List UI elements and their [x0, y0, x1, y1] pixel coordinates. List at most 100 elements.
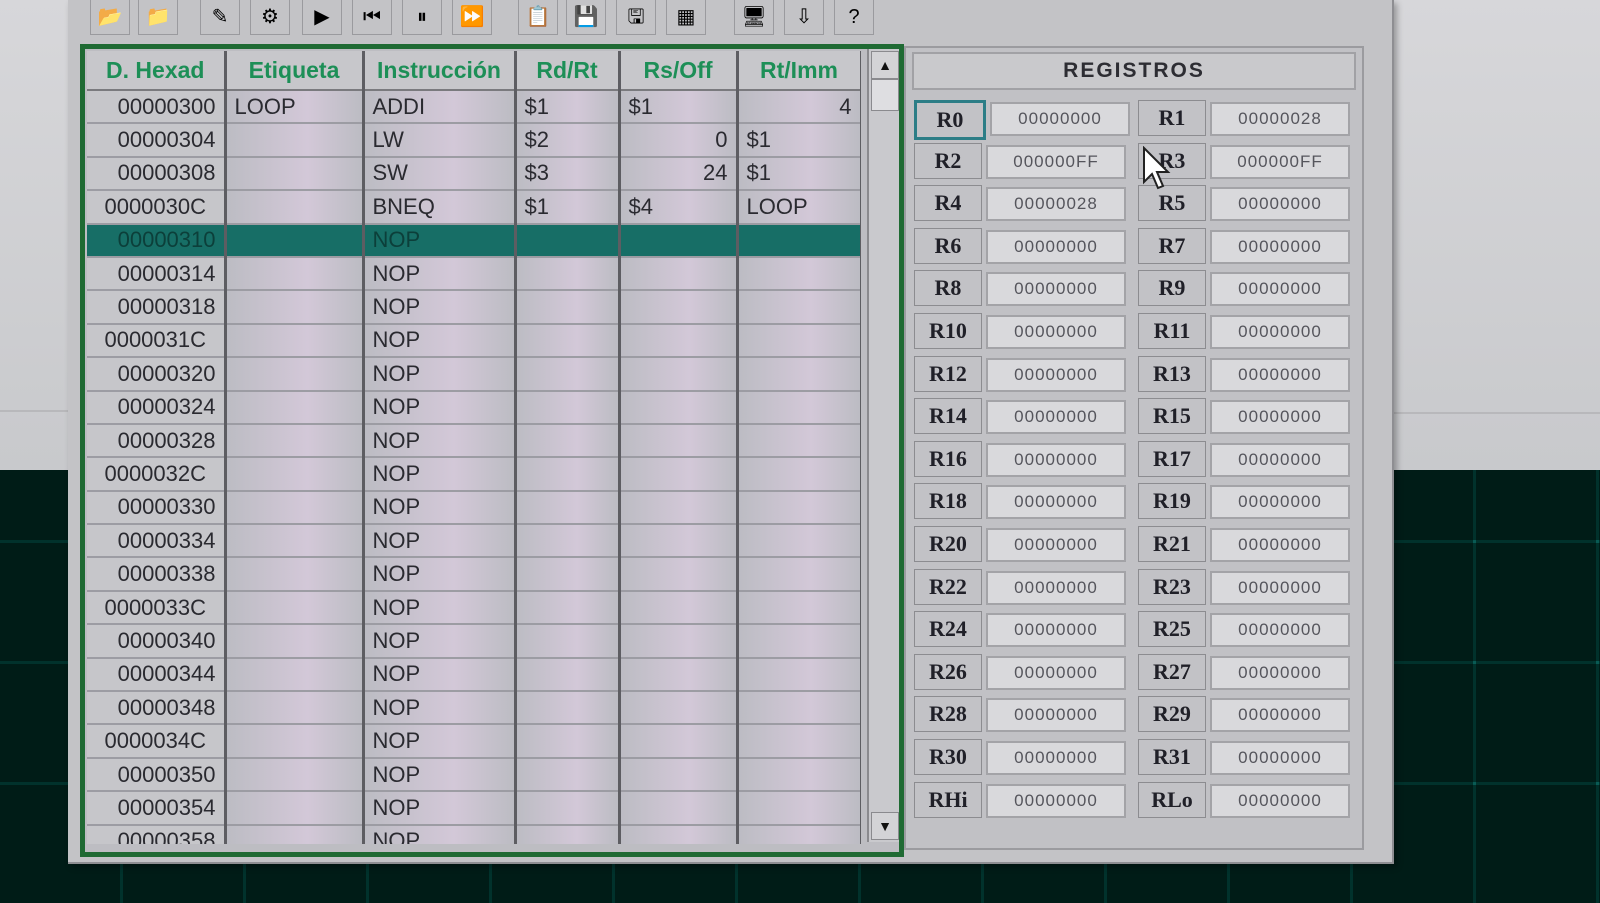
program-row[interactable]: 00000358 NOP	[87, 824, 861, 844]
rt-imm-cell[interactable]: 4	[737, 90, 861, 125]
instruction-cell[interactable]: NOP	[363, 524, 517, 559]
program-row[interactable]: 00000304 LW $2 0 $1	[87, 123, 861, 158]
label-cell[interactable]	[225, 657, 365, 693]
label-cell[interactable]	[225, 123, 365, 158]
register-label-r2[interactable]: R2	[914, 142, 982, 179]
program-row[interactable]: 00000320 NOP	[87, 357, 861, 392]
register-label-r15[interactable]: R15	[1138, 398, 1206, 435]
register-label-r8[interactable]: R8	[914, 270, 982, 307]
address-cell[interactable]: 00000328	[87, 423, 227, 459]
rd-rt-cell[interactable]	[515, 290, 621, 325]
register-value-r7[interactable]: 00000000	[1210, 229, 1350, 264]
program-row[interactable]: 00000314 NOP	[87, 256, 861, 292]
rd-rt-cell[interactable]	[515, 624, 621, 659]
label-cell[interactable]	[225, 590, 365, 626]
rd-rt-cell[interactable]: $2	[515, 123, 621, 158]
label-cell[interactable]: LOOP	[225, 90, 365, 125]
register-value-r6[interactable]: 00000000	[986, 229, 1126, 264]
rt-imm-cell[interactable]	[737, 757, 861, 793]
rt-imm-cell[interactable]	[737, 256, 861, 292]
rd-rt-cell[interactable]	[515, 256, 621, 292]
instruction-cell[interactable]: NOP	[363, 657, 517, 693]
col-header-instruction[interactable]: Instrucción	[363, 51, 517, 91]
rd-rt-cell[interactable]	[515, 524, 621, 559]
rs-off-cell[interactable]	[619, 557, 739, 592]
load-icon[interactable]: 💾	[566, 0, 606, 35]
label-cell[interactable]	[225, 791, 365, 826]
program-row[interactable]: 00000328 NOP	[87, 423, 861, 459]
register-label-r1[interactable]: R1	[1138, 100, 1206, 136]
label-cell[interactable]	[225, 824, 365, 844]
program-row[interactable]: 0000033C NOP	[87, 590, 861, 626]
address-cell[interactable]: 0000032C	[87, 457, 227, 492]
register-value-r18[interactable]: 00000000	[986, 485, 1126, 520]
address-cell[interactable]: 00000314	[87, 256, 227, 292]
register-value-r11[interactable]: 00000000	[1210, 314, 1350, 349]
rd-rt-cell[interactable]	[515, 657, 621, 693]
register-value-r24[interactable]: 00000000	[986, 613, 1126, 648]
label-cell[interactable]	[225, 757, 365, 793]
register-label-rlo[interactable]: RLo	[1138, 781, 1206, 818]
register-value-r17[interactable]: 00000000	[1210, 442, 1350, 477]
label-cell[interactable]	[225, 724, 365, 759]
scroll-thumb[interactable]	[871, 79, 899, 111]
rt-imm-cell[interactable]	[737, 657, 861, 693]
rs-off-cell[interactable]	[619, 490, 739, 526]
scroll-up-arrow-icon[interactable]: ▲	[871, 51, 899, 79]
rs-off-cell[interactable]	[619, 524, 739, 559]
rt-imm-cell[interactable]	[737, 624, 861, 659]
program-row[interactable]: 00000348 NOP	[87, 691, 861, 726]
rs-off-cell[interactable]	[619, 323, 739, 359]
rt-imm-cell[interactable]	[737, 323, 861, 359]
rt-imm-cell[interactable]	[737, 724, 861, 759]
program-row[interactable]: 00000350 NOP	[87, 757, 861, 793]
register-value-r14[interactable]: 00000000	[986, 400, 1126, 435]
rd-rt-cell[interactable]: $1	[515, 190, 621, 225]
register-value-r15[interactable]: 00000000	[1210, 400, 1350, 435]
rs-off-cell[interactable]	[619, 390, 739, 425]
col-header-rt-imm[interactable]: Rt/Imm	[737, 51, 861, 91]
register-label-r16[interactable]: R16	[914, 440, 982, 477]
rd-rt-cell[interactable]	[515, 457, 621, 492]
instruction-cell[interactable]: NOP	[363, 390, 517, 425]
rt-imm-cell[interactable]: LOOP	[737, 190, 861, 225]
register-value-r0[interactable]: 00000000	[990, 102, 1130, 136]
register-label-r31[interactable]: R31	[1138, 738, 1206, 775]
pause-icon[interactable]: ⏸	[402, 0, 442, 35]
register-value-r2[interactable]: 000000FF	[986, 144, 1126, 179]
save-icon[interactable]: 📁	[138, 0, 178, 35]
rt-imm-cell[interactable]	[737, 457, 861, 492]
assemble-icon[interactable]: ✎	[200, 0, 240, 35]
rt-imm-cell[interactable]	[737, 223, 861, 258]
register-label-r6[interactable]: R6	[914, 227, 982, 264]
rt-imm-cell[interactable]: $1	[737, 156, 861, 192]
rd-rt-cell[interactable]	[515, 390, 621, 425]
rt-imm-cell[interactable]	[737, 824, 861, 844]
register-label-r9[interactable]: R9	[1138, 270, 1206, 307]
rd-rt-cell[interactable]	[515, 791, 621, 826]
rt-imm-cell[interactable]	[737, 557, 861, 592]
address-cell[interactable]: 00000318	[87, 290, 227, 325]
rs-off-cell[interactable]	[619, 624, 739, 659]
label-cell[interactable]	[225, 524, 365, 559]
rs-off-cell[interactable]	[619, 423, 739, 459]
instruction-cell[interactable]: NOP	[363, 490, 517, 526]
rs-off-cell[interactable]	[619, 457, 739, 492]
register-label-r28[interactable]: R28	[914, 696, 982, 733]
address-cell[interactable]: 00000320	[87, 357, 227, 392]
rs-off-cell[interactable]	[619, 357, 739, 392]
register-value-r1[interactable]: 00000028	[1210, 102, 1350, 136]
register-value-r12[interactable]: 00000000	[986, 357, 1126, 392]
register-label-r10[interactable]: R10	[914, 312, 982, 349]
rd-rt-cell[interactable]	[515, 824, 621, 844]
register-label-r19[interactable]: R19	[1138, 483, 1206, 520]
rt-imm-cell[interactable]	[737, 357, 861, 392]
address-cell[interactable]: 00000308	[87, 156, 227, 192]
register-label-r12[interactable]: R12	[914, 355, 982, 392]
program-row[interactable]: 00000340 NOP	[87, 624, 861, 659]
register-value-r31[interactable]: 00000000	[1210, 740, 1350, 775]
program-row[interactable]: 00000310 NOP	[87, 223, 861, 258]
rd-rt-cell[interactable]: $3	[515, 156, 621, 192]
register-value-r5[interactable]: 00000000	[1210, 187, 1350, 222]
register-label-r17[interactable]: R17	[1138, 440, 1206, 477]
